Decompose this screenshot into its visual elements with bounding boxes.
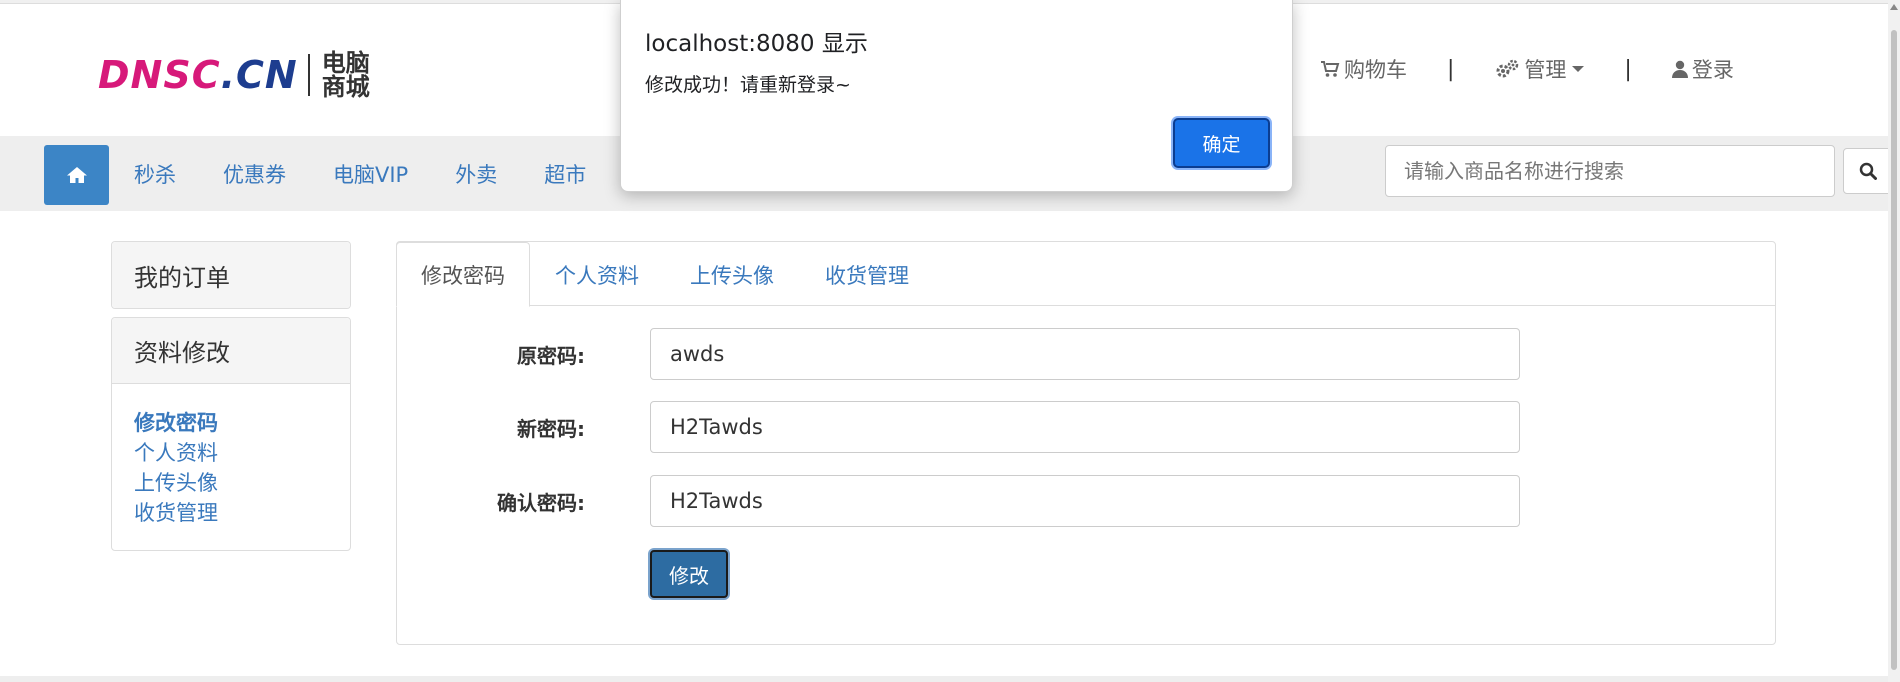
logo-wordmark-dot: .: [220, 53, 237, 97]
footer-divider: [0, 676, 1900, 682]
account-tabs: 修改密码 个人资料 上传头像 收货管理: [396, 242, 1775, 307]
alert-dialog: localhost:8080 显示 修改成功！请重新登录~ 确定: [620, 0, 1293, 192]
logo-wordmark-part2: CN: [236, 53, 298, 97]
search-button[interactable]: [1843, 148, 1893, 194]
profile-edit-links: 修改密码 个人资料 上传头像 收货管理: [112, 384, 350, 550]
scrollbar-thumb[interactable]: [1891, 30, 1897, 670]
cart-label: 购物车: [1344, 58, 1407, 82]
profile-edit-panel: 资料修改 修改密码 个人资料 上传头像 收货管理: [111, 317, 351, 551]
new-password-field[interactable]: [650, 401, 1520, 453]
new-password-row: 新密码:: [397, 401, 1775, 453]
logo-divider: [307, 54, 310, 96]
old-password-field[interactable]: [650, 328, 1520, 380]
account-content-panel: 修改密码 个人资料 上传头像 收货管理 原密码: 新密码: 确认密码: 修改: [396, 241, 1776, 645]
sidebar-link-address-management[interactable]: 收货管理: [134, 498, 328, 528]
confirm-password-label: 确认密码:: [497, 490, 585, 515]
gears-icon: [1496, 59, 1519, 78]
sidebar-link-personal-info[interactable]: 个人资料: [134, 438, 328, 468]
profile-edit-heading[interactable]: 资料修改: [112, 318, 350, 384]
submit-change-button[interactable]: 修改: [650, 550, 728, 598]
my-orders-panel: 我的订单: [111, 241, 351, 309]
logo-wordmark-part1: DNSC: [98, 53, 221, 97]
category-links: 秒杀 优惠券 电脑VIP 外卖 超市: [134, 136, 633, 211]
search-bar: [1385, 145, 1893, 197]
tab-address-management[interactable]: 收货管理: [801, 242, 933, 307]
logo-wordmark: DNSC.CN: [98, 53, 298, 97]
home-button[interactable]: [44, 145, 109, 205]
sidebar-link-change-password[interactable]: 修改密码: [134, 408, 328, 438]
nav-link-takeout[interactable]: 外卖: [455, 159, 497, 189]
tab-personal-info[interactable]: 个人资料: [531, 242, 663, 307]
logo-chinese-text: 电脑 商城: [322, 51, 370, 99]
login-label: 登录: [1691, 58, 1734, 82]
scroll-up-arrow-icon[interactable]: [1890, 4, 1898, 10]
logo-cn-line1: 电脑: [321, 49, 370, 77]
home-icon: [66, 167, 87, 183]
alert-ok-button[interactable]: 确定: [1173, 118, 1270, 168]
manage-label: 管理: [1524, 58, 1567, 82]
nav-link-vip[interactable]: 电脑VIP: [333, 159, 408, 189]
nav-link-coupons[interactable]: 优惠券: [223, 159, 286, 189]
caret-down-icon: [1572, 66, 1585, 72]
cart-link[interactable]: 购物车: [1320, 54, 1407, 84]
old-password-row: 原密码:: [397, 328, 1775, 380]
nav-link-supermarket[interactable]: 超市: [544, 159, 586, 189]
sidebar-link-upload-avatar[interactable]: 上传头像: [134, 468, 328, 498]
manage-dropdown[interactable]: 管理: [1494, 54, 1585, 84]
nav-separator: |: [1624, 56, 1632, 82]
user-icon: [1671, 60, 1688, 78]
new-password-label: 新密码:: [517, 416, 585, 441]
logo-cn-line2: 商城: [321, 73, 370, 101]
cart-icon: [1321, 61, 1340, 77]
old-password-label: 原密码:: [517, 343, 585, 368]
my-orders-heading[interactable]: 我的订单: [112, 242, 350, 308]
nav-separator: |: [1447, 56, 1455, 82]
header-user-nav: 购物车 | 管理 | 登录: [1320, 54, 1734, 84]
confirm-password-row: 确认密码:: [397, 475, 1775, 527]
alert-dialog-title: localhost:8080 显示: [645, 31, 868, 57]
site-logo[interactable]: DNSC.CN 电脑 商城: [98, 50, 370, 100]
login-link[interactable]: 登录: [1671, 54, 1734, 84]
tab-change-password[interactable]: 修改密码: [396, 242, 530, 307]
account-sidebar: 我的订单 资料修改 修改密码 个人资料 上传头像 收货管理: [111, 241, 351, 559]
confirm-password-field[interactable]: [650, 475, 1520, 527]
tab-upload-avatar[interactable]: 上传头像: [666, 242, 798, 307]
search-input[interactable]: [1385, 145, 1835, 197]
alert-dialog-message: 修改成功！请重新登录~: [645, 74, 851, 96]
nav-link-seckill[interactable]: 秒杀: [134, 159, 176, 189]
search-icon: [1859, 162, 1877, 180]
